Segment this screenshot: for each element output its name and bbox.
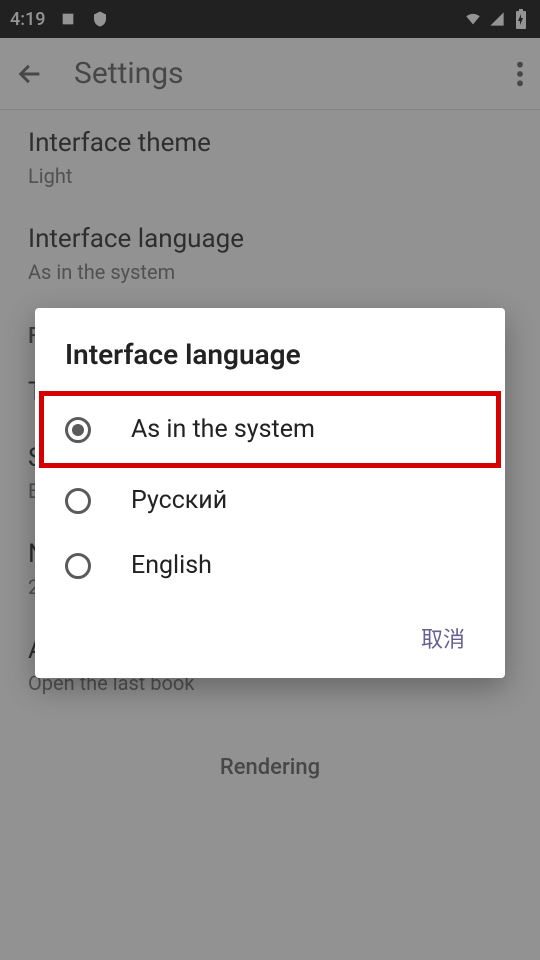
language-dialog: Interface language As in the system Русс…: [35, 308, 505, 678]
option-label: English: [131, 551, 212, 580]
dialog-overlay[interactable]: Interface language As in the system Русс…: [0, 0, 540, 960]
option-label: As in the system: [131, 415, 315, 444]
language-option-system[interactable]: As in the system: [39, 391, 501, 468]
language-option-english[interactable]: English: [35, 533, 505, 598]
radio-icon: [65, 417, 91, 443]
cancel-button[interactable]: 取消: [411, 616, 475, 660]
language-option-russian[interactable]: Русский: [35, 468, 505, 533]
dialog-title: Interface language: [35, 338, 505, 391]
radio-icon: [65, 553, 91, 579]
option-label: Русский: [131, 486, 227, 515]
radio-icon: [65, 488, 91, 514]
